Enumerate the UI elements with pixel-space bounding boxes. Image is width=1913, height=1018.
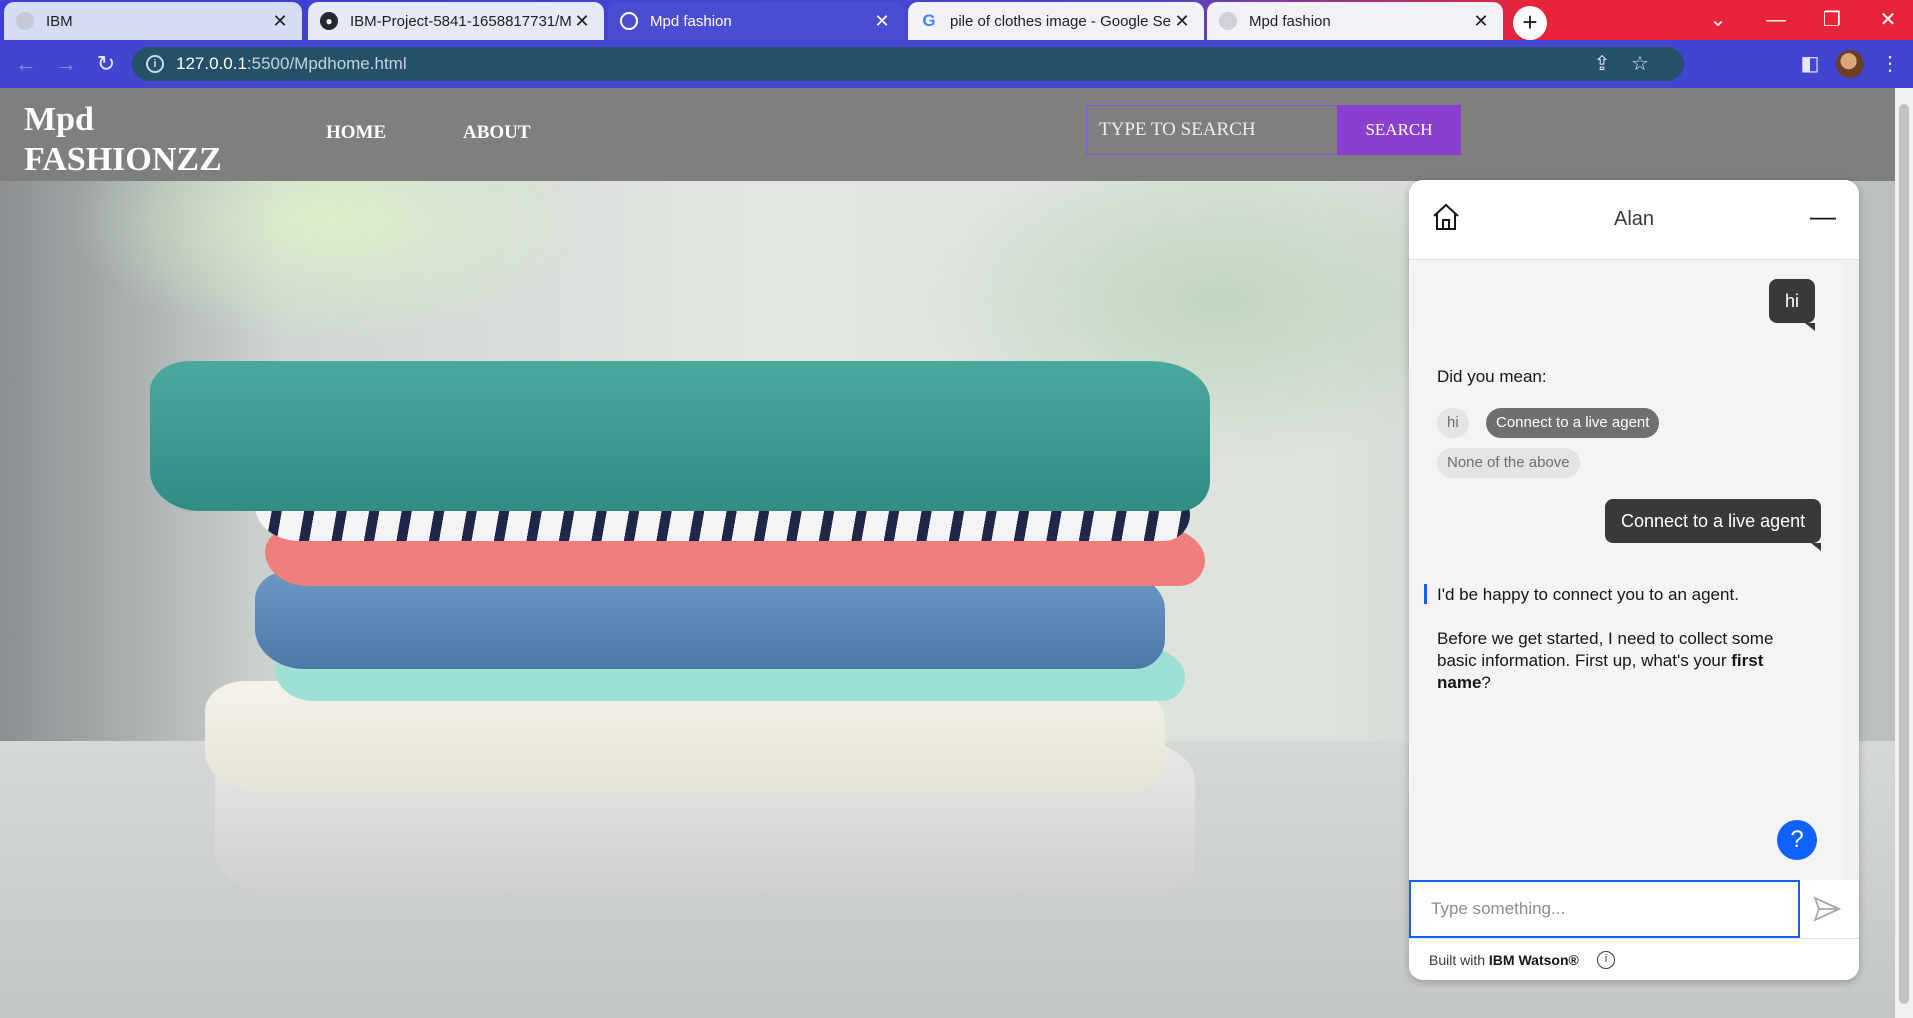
globe-icon [620, 12, 638, 30]
user-message-hi: hi [1769, 279, 1816, 331]
bot-reply-2: Before we get started, I need to collect… [1437, 628, 1812, 694]
built-with-prefix: Built with [1429, 952, 1489, 968]
tab-title: pile of clothes image - Google Se [950, 12, 1171, 30]
nav-about-link[interactable]: ABOUT [463, 122, 531, 144]
site-info-icon[interactable]: i [146, 55, 164, 73]
tab-title: IBM [46, 12, 73, 30]
address-bar[interactable]: i 127.0.0.1:5500/Mpdhome.html ⇪ ☆ [132, 47, 1684, 81]
bot-reply-1: I'd be happy to connect you to an agent. [1437, 585, 1739, 604]
tab-github[interactable]: ● IBM-Project-5841-1658817731/M ✕ [308, 2, 604, 40]
watson-brand: IBM Watson® [1488, 952, 1579, 968]
bot-reply-2-text: Before we get started, I need to collect… [1437, 629, 1774, 670]
suggestion-chip-hi[interactable]: hi [1437, 408, 1469, 438]
tab-title: Mpd fashion [650, 12, 732, 30]
new-tab-button[interactable]: + [1513, 6, 1547, 40]
close-icon[interactable]: ✕ [872, 11, 892, 32]
browser-toolbar: ← → ↻ i 127.0.0.1:5500/Mpdhome.html ⇪ ☆ … [0, 40, 1913, 88]
chat-input-area: Type something... [1409, 880, 1859, 938]
maximize-icon[interactable]: ❐ [1812, 4, 1852, 36]
close-icon[interactable]: ✕ [1471, 11, 1491, 32]
folded-shirt-teal [150, 361, 1210, 511]
reload-icon[interactable]: ↻ [92, 50, 120, 78]
tab-title: IBM-Project-5841-1658817731/M [350, 12, 572, 30]
built-with-label: Built with IBM Watson® [1429, 952, 1579, 968]
tab-google[interactable]: G pile of clothes image - Google Se ✕ [908, 2, 1204, 40]
page-scrollbar[interactable] [1895, 88, 1913, 1018]
chat-message-input[interactable]: Type something... [1409, 880, 1800, 938]
site-logo[interactable]: Mpd FASHIONZZ [24, 100, 222, 180]
ibm-favicon [16, 12, 34, 30]
tab-ibm[interactable]: IBM ✕ [4, 2, 302, 40]
menu-kebab-icon[interactable]: ⋮ [1876, 50, 1904, 78]
github-icon: ● [320, 12, 338, 30]
tab-mpd-fashion-active[interactable]: Mpd fashion ✕ [608, 2, 904, 40]
send-icon[interactable] [1813, 896, 1841, 922]
profile-avatar[interactable] [1836, 50, 1864, 78]
back-icon[interactable]: ← [12, 50, 40, 78]
nav-home-link[interactable]: HOME [326, 122, 386, 144]
logo-line-2: FASHIONZZ [24, 141, 222, 178]
site-header: Mpd FASHIONZZ HOME ABOUT TYPE TO SEARCH … [0, 88, 1895, 181]
url-path: :5500/Mpdhome.html [246, 54, 407, 73]
minimize-chat-icon[interactable]: — [1809, 202, 1837, 230]
tab-search-icon[interactable]: ⌄ [1698, 4, 1738, 36]
bookmark-star-icon[interactable]: ☆ [1626, 50, 1654, 78]
bot-reply-2-end: ? [1481, 673, 1491, 692]
info-icon[interactable]: i [1597, 951, 1615, 969]
url-host: 127.0.0.1 [176, 54, 247, 73]
chat-widget: Alan — hi Did you mean: hi Connect to a … [1409, 180, 1859, 980]
did-you-mean-text: Did you mean: [1437, 367, 1547, 386]
help-button[interactable]: ? [1777, 820, 1817, 860]
logo-line-1: Mpd [24, 101, 94, 138]
chat-scrollbar[interactable] [1845, 262, 1859, 882]
tab-mpd-fashion[interactable]: Mpd fashion ✕ [1207, 2, 1503, 40]
bot-message-indicator [1424, 584, 1427, 604]
minimize-icon[interactable]: — [1756, 4, 1796, 36]
chat-footer: Built with IBM Watson® i [1409, 938, 1859, 980]
tab-title: Mpd fashion [1249, 12, 1331, 30]
window-close-icon[interactable]: ✕ [1868, 4, 1908, 36]
search-input[interactable]: TYPE TO SEARCH [1086, 105, 1338, 155]
suggestion-chip-none[interactable]: None of the above [1437, 448, 1580, 478]
page-scrollbar-thumb[interactable] [1899, 104, 1909, 1004]
google-icon: G [922, 11, 936, 30]
chat-agent-name: Alan [1613, 208, 1655, 230]
close-icon[interactable]: ✕ [270, 11, 290, 32]
search-button[interactable]: SEARCH [1337, 105, 1461, 155]
share-icon[interactable]: ⇪ [1588, 50, 1616, 78]
url-text: 127.0.0.1:5500/Mpdhome.html [176, 54, 407, 74]
forward-icon[interactable]: → [52, 50, 80, 78]
chat-header: Alan — [1409, 180, 1859, 260]
close-icon[interactable]: ✕ [572, 11, 592, 32]
user-message-connect: Connect to a live agent [1605, 499, 1822, 551]
suggestion-chip-live-agent[interactable]: Connect to a live agent [1486, 408, 1660, 438]
close-icon[interactable]: ✕ [1172, 11, 1192, 32]
side-panel-icon[interactable]: ◧ [1796, 50, 1824, 78]
browser-tab-strip: IBM ✕ ● IBM-Project-5841-1658817731/M ✕ … [0, 0, 1913, 40]
globe-icon [1219, 12, 1237, 30]
